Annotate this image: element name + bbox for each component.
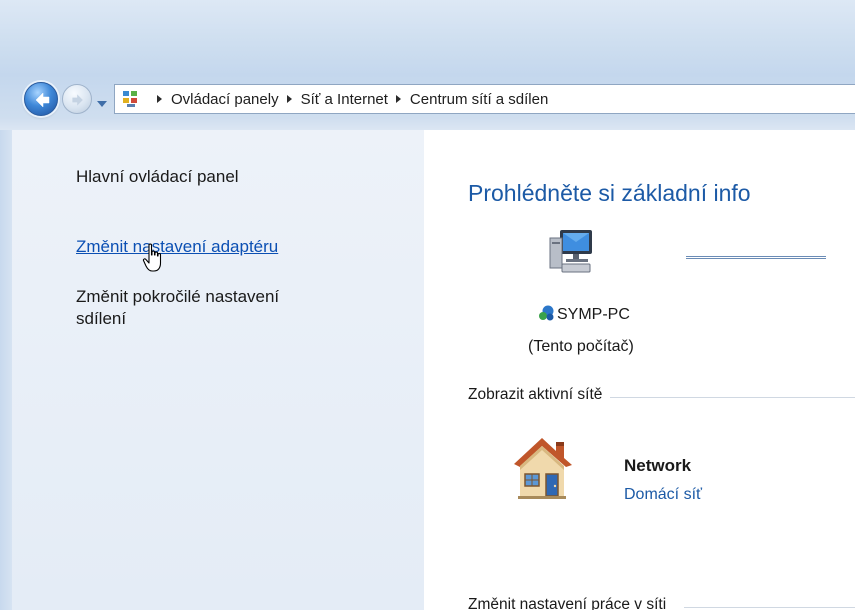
main-content: Prohlédněte si základní info SYMP-PC (Te… [424,130,855,610]
sidebar-item-label: sdílení [76,309,127,328]
forward-button[interactable] [62,84,92,114]
sidebar-item-advanced-sharing[interactable]: Změnit pokročilé nastavení sdílení [76,286,279,330]
home-network-icon [514,438,572,499]
breadcrumb-network-internet[interactable]: Síť a Internet [301,91,388,108]
active-networks-header: Zobrazit aktivní sítě [468,386,603,403]
navigation-bar: Ovládací panely Síť a Internet Centrum s… [20,74,855,124]
control-panel-icon [123,91,137,107]
breadcrumb-separator-icon[interactable] [395,95,401,103]
network-type-link[interactable]: Domácí síť [624,486,702,504]
section-divider [610,397,855,398]
window-left-border [0,130,12,610]
computer-name: SYMP-PC [538,304,630,324]
computer-icon[interactable] [546,228,596,276]
network-sharing-icon [539,305,554,321]
computer-name-label: SYMP-PC [557,306,630,323]
computer-subtitle: (Tento počítač) [528,338,634,355]
recent-pages-icon [97,101,107,107]
breadcrumb: Ovládací panely Síť a Internet Centrum s… [149,85,548,113]
hand-cursor-icon [142,243,162,272]
breadcrumb-separator-icon[interactable] [286,95,292,103]
back-button[interactable] [24,82,58,116]
address-bar[interactable]: Ovládací panely Síť a Internet Centrum s… [114,84,855,114]
back-arrow-icon [35,92,50,108]
sidebar-item-change-adapter-settings[interactable]: Změnit nastavení adaptéru [76,236,278,258]
change-settings-header: Změnit nastavení práce v síti [468,596,667,610]
breadcrumb-separator-icon[interactable] [157,95,162,103]
recent-pages-button[interactable] [96,94,108,107]
sidebar-home-link[interactable]: Hlavní ovládací panel [76,166,239,188]
connection-line [686,256,826,259]
forward-arrow-icon [72,94,83,106]
breadcrumb-control-panel[interactable]: Ovládací panely [171,91,279,108]
section-divider [684,607,855,608]
sidebar: Hlavní ovládací panel Změnit nastavení a… [12,130,424,610]
page-title: Prohlédněte si základní info [468,180,751,206]
network-name: Network [624,456,692,475]
sidebar-item-label: Změnit pokročilé nastavení [76,287,280,306]
breadcrumb-network-center[interactable]: Centrum sítí a sdílen [410,91,548,108]
